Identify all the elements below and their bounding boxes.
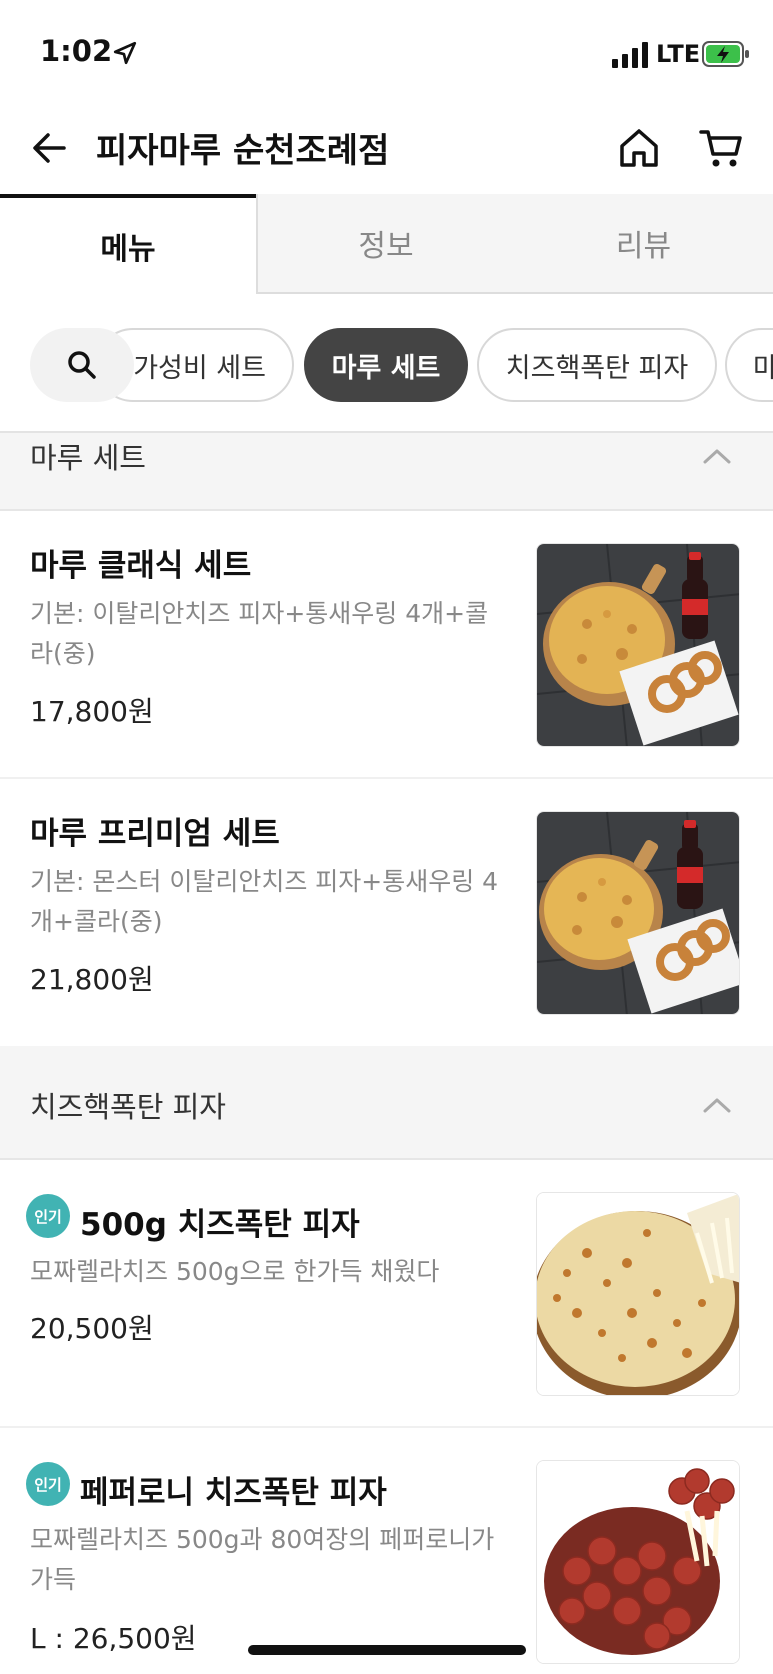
store-title: 피자마루 순천조례점 <box>96 131 390 171</box>
popular-badge: 인기 <box>26 1194 70 1238</box>
section-title: 치즈핵폭탄 피자 <box>30 1090 226 1124</box>
item-price: 21,800원 <box>30 963 154 996</box>
section-header-maru-set[interactable]: 마루 세트 <box>0 433 773 509</box>
chevron-up-icon <box>703 449 731 464</box>
network-label: LTE <box>656 40 701 68</box>
cart-icon[interactable] <box>698 126 744 170</box>
item-price: 17,800원 <box>30 695 154 728</box>
item-price: L : 26,500원 <box>30 1622 197 1655</box>
item-name: 페퍼로니 치즈폭탄 피자 <box>80 1475 387 1511</box>
section-header-cheese-bomb-pizza[interactable]: 치즈핵폭탄 피자 <box>0 1046 773 1158</box>
item-description: 기본: 이탈리안치즈 피자+통새우링 4개+콜라(중) <box>30 599 489 668</box>
item-image <box>536 1192 740 1396</box>
chip-more[interactable]: 마 <box>725 328 773 402</box>
tab-bar: 메뉴 정보 리뷰 <box>0 194 773 294</box>
home-icon[interactable] <box>617 126 661 170</box>
search-icon <box>68 351 96 379</box>
tab-info[interactable]: 정보 <box>256 194 514 294</box>
item-image <box>536 543 740 747</box>
item-name: 500g 치즈폭탄 피자 <box>80 1207 360 1243</box>
popular-badge: 인기 <box>26 1462 70 1506</box>
item-image <box>536 811 740 1015</box>
item-description: 모짜렐라치즈 500g과 80여장의 페퍼로니가 가득 <box>30 1525 495 1594</box>
search-button[interactable] <box>30 328 134 402</box>
back-arrow-icon[interactable] <box>30 128 70 168</box>
chevron-up-icon <box>703 1098 731 1113</box>
item-name: 마루 프리미엄 세트 <box>30 816 280 852</box>
tab-menu[interactable]: 메뉴 <box>0 194 256 294</box>
tab-review[interactable]: 리뷰 <box>514 194 773 294</box>
item-description: 기본: 몬스터 이탈리안치즈 피자+통새우링 4개+콜라(중) <box>30 867 499 936</box>
chip-cheese-bomb-pizza[interactable]: 치즈핵폭탄 피자 <box>477 328 717 402</box>
chip-maru-set[interactable]: 마루 세트 <box>304 328 468 402</box>
section-title: 마루 세트 <box>30 441 146 475</box>
status-time: 1:02 <box>40 34 113 68</box>
signal-icon <box>612 42 648 68</box>
location-arrow-icon <box>113 41 137 65</box>
item-name: 마루 클래식 세트 <box>30 548 252 584</box>
item-price: 20,500원 <box>30 1312 154 1345</box>
item-description: 모짜렐라치즈 500g으로 한가득 채웠다 <box>30 1257 440 1286</box>
item-image <box>536 1460 740 1664</box>
home-indicator <box>248 1645 526 1655</box>
battery-icon <box>702 41 749 67</box>
category-chip-bar: 가성비 세트 마루 세트 치즈핵폭탄 피자 마 <box>0 294 773 432</box>
